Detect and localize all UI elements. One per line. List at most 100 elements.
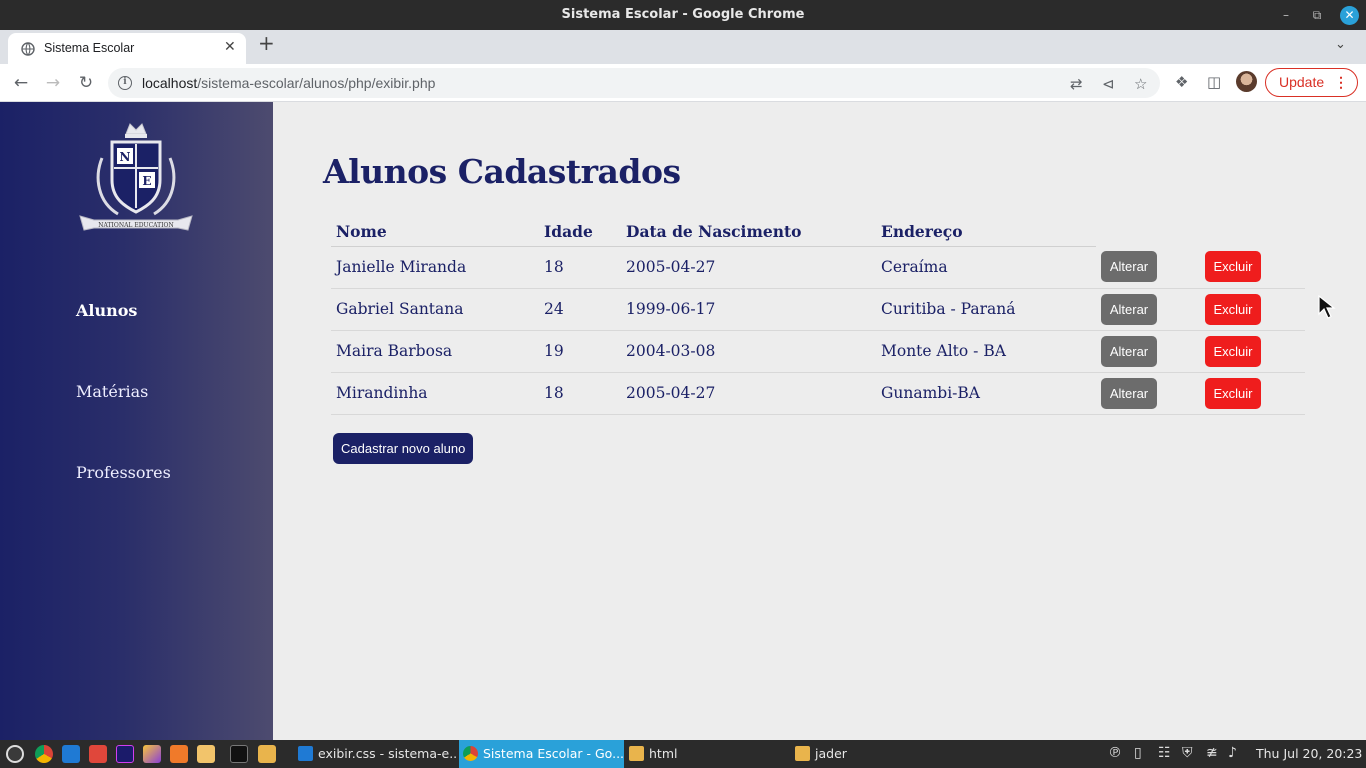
mouse-cursor-icon [1318,295,1336,319]
cell-edit: Alterar [1096,288,1200,331]
close-window-icon[interactable]: ✕ [1340,6,1359,25]
alterar-button[interactable]: Alterar [1101,377,1157,409]
new-tab-icon[interactable]: + [258,33,275,53]
excluir-button[interactable]: Excluir [1205,251,1261,283]
vscode-icon [298,746,313,761]
alterar-button[interactable]: Alterar [1101,335,1157,367]
alterar-button[interactable]: Alterar [1101,293,1157,325]
cell-nome: Maira Barbosa [331,330,539,373]
task-chrome[interactable]: Sistema Escolar - Go... [459,740,624,768]
cell-endereco: Ceraíma [876,246,1096,289]
site-info-icon[interactable]: i [118,76,132,90]
minimize-icon[interactable]: – [1277,6,1295,24]
share-icon[interactable]: ⊲ [1102,75,1115,93]
table-header-row: Nome Idade Data de Nascimento Endereço [331,218,1305,247]
globe-icon [21,42,35,56]
folder-icon [629,746,644,761]
chrome-icon [463,746,478,761]
starred-app-icon[interactable] [143,745,161,763]
task-html-folder[interactable]: html [625,740,789,768]
table-row: Maira Barbosa 19 2004-03-08 Monte Alto -… [331,330,1305,373]
device-icon[interactable]: ▯ [1134,745,1142,761]
intellij-launcher-icon[interactable] [116,745,134,763]
forward-arrow-icon[interactable]: → [42,72,64,94]
cell-idade: 18 [539,246,621,289]
cell-edit: Alterar [1096,372,1200,415]
notes-launcher-icon[interactable] [197,745,215,763]
browser-tab[interactable]: Sistema Escolar ✕ [8,33,246,64]
tab-close-icon[interactable]: ✕ [224,39,236,55]
sidebar-item-alunos[interactable]: Alunos [76,301,137,320]
profile-avatar[interactable] [1236,71,1257,92]
cell-endereco: Gunambi-BA [876,372,1096,415]
cell-endereco: Monte Alto - BA [876,330,1096,373]
volume-icon[interactable]: ♪ [1228,745,1237,761]
terminal-icon[interactable] [230,745,248,763]
reload-icon[interactable]: ↻ [75,72,97,94]
browser-tab-strip: Sistema Escolar ✕ [0,30,1366,64]
os-title-bar: Sistema Escolar - Google Chrome – ⧉ ✕ [0,0,1366,30]
students-table: Nome Idade Data de Nascimento Endereço J… [331,218,1305,415]
side-panel-icon[interactable]: ◫ [1207,73,1221,91]
sidebar-item-professores[interactable]: Professores [76,463,171,482]
maximize-icon[interactable]: ⧉ [1308,6,1326,24]
editor-launcher-icon[interactable] [170,745,188,763]
column-header-delete [1200,218,1305,246]
cell-nascimento: 2005-04-27 [621,246,876,289]
school-crest-logo: N E NATIONAL EDUCATION [79,123,193,231]
home-folder-icon [795,746,810,761]
column-header-nome: Nome [331,218,539,247]
column-header-idade: Idade [539,218,621,247]
cell-nome: Mirandinha [331,372,539,415]
cell-delete: Excluir [1200,372,1305,415]
cell-nascimento: 2005-04-27 [621,372,876,415]
menu-icon[interactable] [6,745,24,763]
cell-nome: Gabriel Santana [331,288,539,331]
table-row: Mirandinha 18 2005-04-27 Gunambi-BA Alte… [331,372,1305,415]
app-launcher-icon[interactable] [89,745,107,763]
back-arrow-icon[interactable]: ← [10,72,32,94]
add-student-button[interactable]: Cadastrar novo aluno [333,433,474,464]
main-content: Alunos Cadastrados Nome Idade Data de Na… [273,102,1366,740]
clock[interactable]: Thu Jul 20, 20:23 [1256,746,1362,761]
shield-icon[interactable]: ⛨ [1182,745,1193,761]
address-bar[interactable]: i localhost/sistema-escolar/alunos/php/e… [108,68,1160,98]
page-title: Alunos Cadastrados [323,152,681,191]
clipboard-icon[interactable]: ☷ [1158,745,1171,761]
cell-delete: Excluir [1200,330,1305,373]
bookmark-star-icon[interactable]: ☆ [1134,75,1147,93]
update-button[interactable]: Update ⋮ [1265,68,1358,97]
column-header-edit [1096,218,1200,246]
browser-toolbar: ← → ↻ i localhost/sistema-escolar/alunos… [0,64,1366,102]
task-home-folder[interactable]: jader [791,740,955,768]
bluetooth-icon[interactable]: ℗ [1108,745,1122,761]
alterar-button[interactable]: Alterar [1101,251,1157,283]
excluir-button[interactable]: Excluir [1205,335,1261,367]
more-menu-icon[interactable]: ⋮ [1334,69,1348,96]
files-icon[interactable] [258,745,276,763]
wifi-icon[interactable]: ≇ [1206,745,1218,761]
sidebar: N E NATIONAL EDUCATION Alunos Matérias P… [0,102,273,740]
svg-text:N: N [120,150,131,164]
url-text[interactable]: localhost/sistema-escolar/alunos/php/exi… [142,75,435,91]
cell-nascimento: 1999-06-17 [621,288,876,331]
window-title: Sistema Escolar - Google Chrome [561,7,805,22]
translate-icon[interactable]: ⇄ [1070,75,1083,93]
cell-idade: 19 [539,330,621,373]
table-row: Janielle Miranda 18 2005-04-27 Ceraíma A… [331,246,1305,289]
cell-idade: 24 [539,288,621,331]
cell-endereco: Curitiba - Paraná [876,288,1096,331]
cell-nascimento: 2004-03-08 [621,330,876,373]
sidebar-item-materias[interactable]: Matérias [76,382,148,401]
excluir-button[interactable]: Excluir [1205,293,1261,325]
excluir-button[interactable]: Excluir [1205,377,1261,409]
column-header-endereco: Endereço [876,218,1096,247]
chrome-launcher-icon[interactable] [35,745,53,763]
tab-title: Sistema Escolar [44,41,135,55]
tab-search-chevron-icon[interactable]: ⌄ [1335,37,1346,52]
cell-delete: Excluir [1200,246,1305,289]
task-vscode[interactable]: exibir.css - sistema-e... [294,740,458,768]
vscode-launcher-icon[interactable] [62,745,80,763]
svg-text:E: E [142,174,151,188]
extensions-puzzle-icon[interactable]: ❖ [1175,73,1188,91]
